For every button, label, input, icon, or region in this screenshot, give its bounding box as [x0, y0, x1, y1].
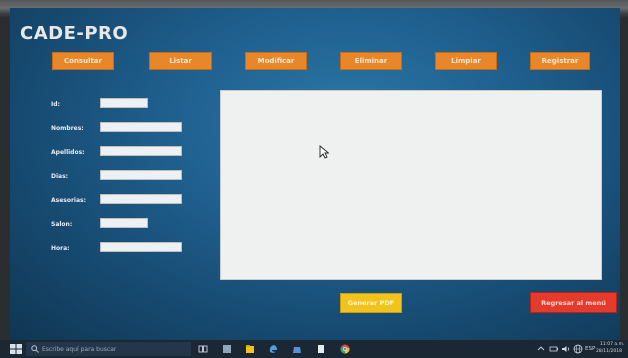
file-explorer-icon[interactable] — [245, 344, 255, 354]
windows-start-icon[interactable] — [10, 344, 22, 354]
windows-taskbar: Escribe aquí para buscar ESP 11:07 a.m. … — [0, 340, 628, 358]
hora-field[interactable] — [100, 242, 182, 252]
chrome-browser-icon[interactable] — [340, 344, 350, 354]
generar-pdf-button[interactable]: Generar PDF — [340, 293, 402, 313]
listar-button[interactable]: Listar — [149, 52, 212, 70]
document-app-icon[interactable] — [316, 344, 326, 354]
hora-label: Hora: — [51, 245, 70, 252]
cade-pro-window: CADE-PRO Consultar Listar Modificar Elim… — [10, 8, 620, 340]
search-placeholder: Escribe aquí para buscar — [42, 345, 117, 353]
clock-date[interactable]: 28/11/2018 — [596, 349, 622, 354]
apellidos-label: Apellidos: — [51, 149, 85, 156]
volume-icon[interactable] — [561, 344, 571, 354]
salon-label: Salon: — [51, 221, 73, 228]
nombres-field[interactable] — [100, 122, 182, 132]
app-title: CADE-PRO — [20, 23, 129, 44]
clock-time[interactable]: 11:07 a.m. — [600, 342, 624, 347]
results-text-area[interactable] — [220, 90, 602, 280]
eliminar-button[interactable]: Eliminar — [340, 52, 402, 70]
id-label: Id: — [51, 101, 60, 108]
network-globe-icon[interactable] — [573, 344, 583, 354]
regresar-menu-button[interactable]: Regresar al menú — [530, 292, 617, 313]
modificar-button[interactable]: Modificar — [245, 52, 307, 70]
task-view-icon[interactable] — [198, 344, 208, 354]
mouse-cursor-icon — [319, 145, 329, 159]
dias-field[interactable] — [100, 170, 182, 180]
edge-browser-icon[interactable] — [268, 344, 278, 354]
registrar-button[interactable]: Registrar — [530, 52, 590, 70]
dias-label: Dias: — [51, 173, 69, 180]
consultar-button[interactable]: Consultar — [52, 52, 114, 70]
taskbar-search-input[interactable]: Escribe aquí para buscar — [26, 342, 191, 356]
limpiar-button[interactable]: Limpiar — [435, 52, 497, 70]
asesorias-field[interactable] — [100, 194, 182, 204]
store-app-icon[interactable] — [292, 344, 302, 354]
battery-icon[interactable] — [549, 344, 559, 354]
taskbar-app-icon[interactable] — [222, 344, 232, 354]
search-icon — [31, 345, 39, 353]
id-field[interactable] — [100, 98, 148, 108]
language-indicator[interactable]: ESP — [585, 346, 595, 352]
apellidos-field[interactable] — [100, 146, 182, 156]
nombres-label: Nombres: — [51, 125, 84, 132]
chevron-up-icon[interactable] — [537, 344, 545, 354]
salon-field[interactable] — [100, 218, 148, 228]
asesorias-label: Asesorias: — [51, 197, 87, 204]
desktop-screen: CADE-PRO Consultar Listar Modificar Elim… — [0, 0, 628, 358]
